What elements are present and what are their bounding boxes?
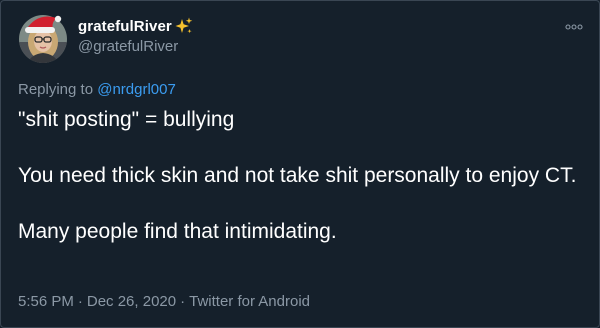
user-name-row: gratefulRiver [78, 17, 193, 35]
avatar-image [19, 15, 67, 63]
tweet-paragraph: Many people find that intimidating. [18, 220, 337, 243]
tweet-paragraph: You need thick skin and not take shit pe… [18, 164, 577, 187]
tweet-body: "shit posting" = bullying You need thick… [18, 106, 588, 246]
replying-to-label: Replying to [18, 81, 98, 98]
reply-mention-link[interactable]: @nrdgrl007 [97, 81, 176, 98]
more-options-icon[interactable] [565, 19, 583, 30]
meta-separator: · [180, 293, 186, 310]
tweet-time[interactable]: 5:56 PM [18, 293, 74, 310]
user-handle[interactable]: @gratefulRiver [78, 38, 178, 55]
replying-to-line: Replying to @nrdgrl007 [18, 81, 176, 98]
tweet-meta: 5:56 PM · Dec 26, 2020 · Twitter for Android [18, 293, 310, 310]
avatar[interactable] [17, 12, 67, 63]
meta-separator: · [77, 293, 83, 310]
sparkles-icon [175, 17, 193, 35]
tweet-client-link[interactable]: Twitter for Android [189, 293, 310, 310]
tweet-date[interactable]: Dec 26, 2020 [87, 293, 176, 310]
display-name[interactable]: gratefulRiver [78, 18, 172, 35]
tweet-card: gratefulRiver @gratefulRiver Replying to… [0, 0, 600, 328]
tweet-paragraph: "shit posting" = bullying [18, 108, 235, 131]
